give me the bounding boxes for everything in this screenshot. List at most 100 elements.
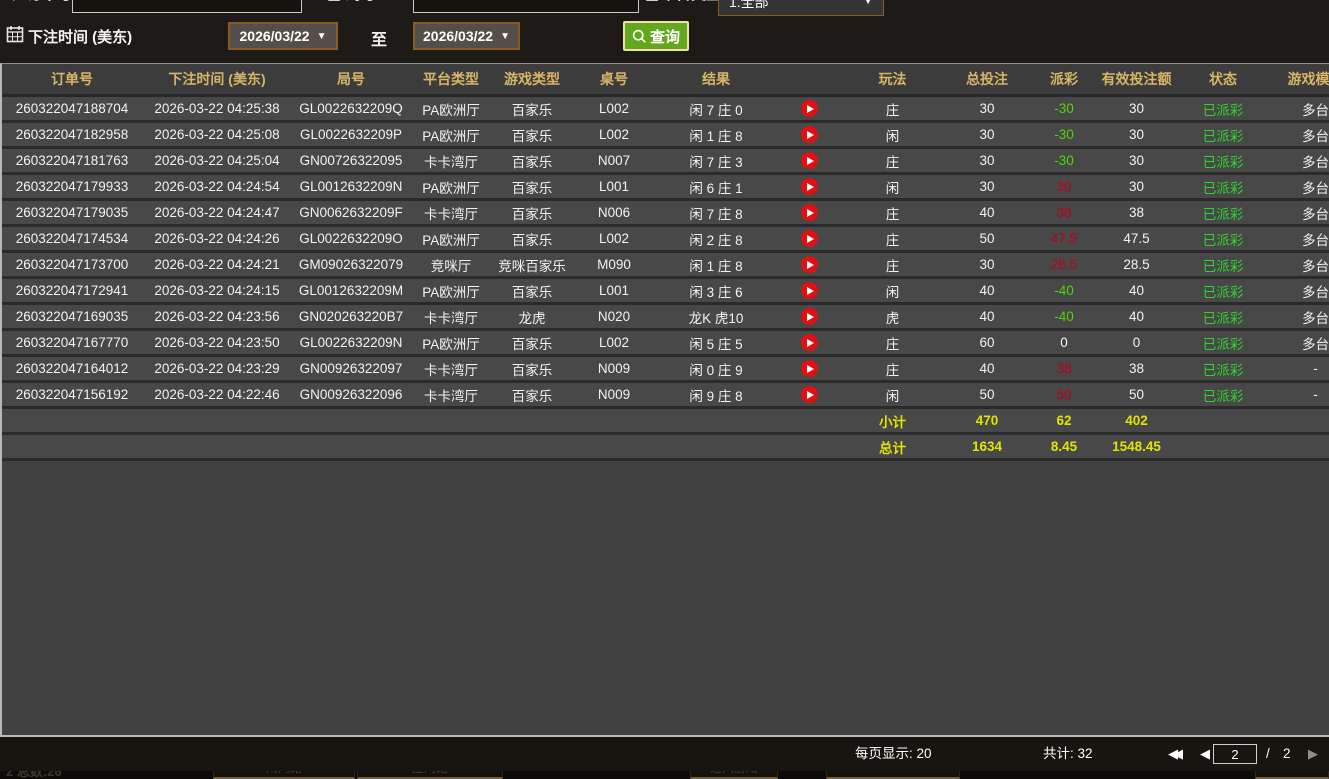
cell-total: 30 [942,123,1032,149]
column-header: 下注时间 (美东) [142,64,292,97]
cell-bet: 闲 [843,383,942,409]
cell-play [776,149,843,175]
cell-mode: - [1269,357,1329,383]
cell-platform: PA欧洲厅 [410,331,492,357]
cell-empty [2,409,142,435]
play-video-button[interactable] [801,334,818,351]
cell-table: L002 [572,123,656,149]
banker-roadmap-button[interactable]: 庄问路 [357,771,503,779]
total-count-label: 共计: 32 [1043,737,1093,771]
cell-result: 闲 1 庄 8 [656,253,776,279]
round-no-input[interactable] [413,0,639,13]
cell-mode: - [1269,383,1329,409]
play-video-button[interactable] [801,100,818,117]
cell-order: 260322047174534 [2,227,142,253]
table-row: 2603220471829582026-03-22 04:25:08GL0022… [2,123,1329,149]
cell-bet: 庄 [843,253,942,279]
play-icon [807,365,814,373]
cell-bet: 庄 [843,97,942,123]
next-page-button[interactable]: ▶ [1308,737,1318,771]
platform-type-select[interactable]: 1.全部 ▼ [718,0,884,16]
cell-time: 2026-03-22 04:24:21 [142,253,292,279]
column-header: 平台类型 [410,64,492,97]
cell-time: 2026-03-22 04:24:26 [142,227,292,253]
cell-result: 闲 1 庄 8 [656,123,776,149]
cell-mode: 多台 [1269,279,1329,305]
cell-game: 百家乐 [492,123,572,149]
cell-empty [1269,435,1329,461]
date-to-value: 2026/03/22 [423,28,493,44]
table-row: 2603220471561922026-03-22 04:22:46GN0092… [2,383,1329,409]
play-video-button[interactable] [801,308,818,325]
play-video-button[interactable] [801,178,818,195]
cell-empty [292,409,410,435]
table-row: 2603220471817632026-03-22 04:25:04GN0072… [2,149,1329,175]
cell-order: 260322047169035 [2,305,142,331]
previous-page-button[interactable]: ◀ [1200,737,1210,771]
column-header: 游戏类型 [492,64,572,97]
cell-table: L002 [572,97,656,123]
page-number-input[interactable] [1213,744,1257,764]
cell-empty [410,435,492,461]
column-header: 订单号 [2,64,142,97]
cell-time: 2026-03-22 04:25:08 [142,123,292,149]
cell-valid: 47.5 [1096,227,1177,253]
list-icon: ▤ [327,0,341,3]
cell-order: 260322047167770 [2,331,142,357]
cell-time: 2026-03-22 04:23:56 [142,305,292,331]
enter-game-button[interactable]: 进入游戏 [690,771,778,779]
cell-table: L001 [572,279,656,305]
play-video-button[interactable] [801,256,818,273]
table-row: 2603220471799332026-03-22 04:24:54GL0012… [2,175,1329,201]
grand-total-row-label: 总计 [843,435,942,461]
play-video-button[interactable] [801,126,818,143]
date-from-select[interactable]: 2026/03/22 ▼ [228,22,338,50]
cell-total: 30 [942,97,1032,123]
cell-play [776,97,843,123]
play-video-button[interactable] [801,204,818,221]
play-video-button[interactable] [801,386,818,403]
play-video-button[interactable] [801,360,818,377]
cell-order: 260322047164012 [2,357,142,383]
first-page-button[interactable]: ◀◀ [1168,737,1178,771]
subtotal-row-total: 470 [942,409,1032,435]
bet-history-table-panel: 订单号下注时间 (美东)局号平台类型游戏类型桌号结果玩法总投注派彩有效投注额状态… [0,63,1329,737]
search-button[interactable]: 查询 [623,21,689,51]
cell-payout: -40 [1032,279,1096,305]
play-video-button[interactable] [801,152,818,169]
cell-valid: 40 [1096,279,1177,305]
platform-type-label: 平台类型 [661,0,721,4]
column-header: 有效投注额 [1096,64,1177,97]
cell-table: M090 [572,253,656,279]
cell-empty [656,435,776,461]
cell-platform: PA欧洲厅 [410,175,492,201]
play-video-button[interactable] [801,282,818,299]
cell-order: 260322047156192 [2,383,142,409]
cell-empty [656,409,776,435]
player-roadmap-button[interactable]: 闲问路 [213,771,355,779]
cell-round: GM09026322079 [292,253,410,279]
background-box [826,771,960,779]
cell-time: 2026-03-22 04:25:04 [142,149,292,175]
column-header: 总投注 [942,64,1032,97]
cell-order: 260322047182958 [2,123,142,149]
play-video-button[interactable] [801,230,818,247]
cell-round: GL0022632209P [292,123,410,149]
cell-mode: 多台 [1269,331,1329,357]
date-to-select[interactable]: 2026/03/22 ▼ [413,22,520,50]
cell-platform: PA欧洲厅 [410,227,492,253]
background-count-text: 2 总数:26 [6,771,62,779]
cell-payout: 30 [1032,175,1096,201]
cell-status: 已派彩 [1177,175,1269,201]
table-header-row: 订单号下注时间 (美东)局号平台类型游戏类型桌号结果玩法总投注派彩有效投注额状态… [2,64,1329,97]
subtotal-row-label: 小计 [843,409,942,435]
cell-valid: 30 [1096,149,1177,175]
cell-empty [776,409,843,435]
play-icon [807,235,814,243]
cell-payout: 0 [1032,331,1096,357]
background-box [1255,771,1329,779]
cell-empty [1269,409,1329,435]
order-no-input[interactable] [72,0,302,13]
cell-status: 已派彩 [1177,227,1269,253]
cell-bet: 闲 [843,279,942,305]
